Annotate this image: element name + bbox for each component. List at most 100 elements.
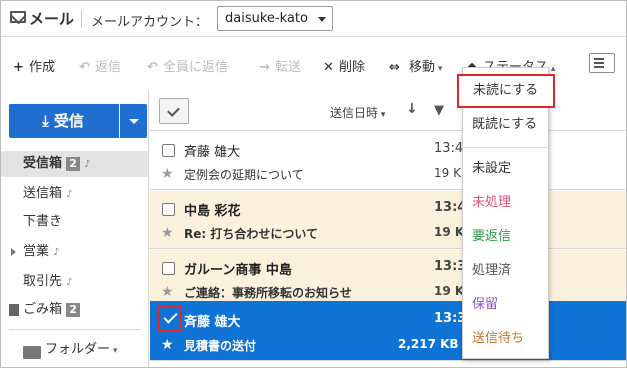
receive-dropdown-button[interactable] bbox=[119, 104, 147, 138]
receive-main[interactable]: ⤓ 受信 bbox=[9, 104, 117, 138]
star-icon[interactable]: ★ bbox=[161, 166, 174, 182]
sender: 斉藤 雄大 bbox=[184, 315, 241, 330]
compose-button[interactable]: + 作成 bbox=[13, 56, 55, 75]
row-checkbox[interactable] bbox=[162, 203, 175, 216]
row-checkbox[interactable] bbox=[162, 262, 175, 275]
sender: 中島 彩花 bbox=[184, 204, 241, 219]
sidebar-item-sent[interactable]: 送信箱 ♪ bbox=[1, 181, 148, 207]
forward-label: 転送 bbox=[275, 60, 302, 75]
sidebar: ⤓ 受信 受信箱 2 ♪ 送信箱 ♪ 下書き 営業 ♪ 取引先 ♪ ごみ箱 2 フォルダー … bbox=[1, 91, 149, 367]
folder-label: 受信箱 bbox=[23, 156, 63, 171]
forward-icon: → bbox=[259, 60, 270, 75]
size: 2,217 KB bbox=[398, 337, 459, 351]
receive-label: 受信 bbox=[53, 112, 84, 130]
list-icon bbox=[594, 58, 604, 60]
caret-down-icon: ▾ bbox=[110, 346, 118, 356]
receive-button[interactable]: ⤓ 受信 bbox=[9, 104, 147, 138]
folder-label: 取引先 bbox=[23, 274, 63, 289]
plus-icon: + bbox=[13, 60, 24, 75]
subject: 見積書の送付 bbox=[184, 339, 257, 353]
sender: ガルーン商事 中島 bbox=[184, 263, 292, 278]
list-icon-line bbox=[594, 62, 604, 64]
reply-button[interactable]: ↶ 返信 bbox=[79, 56, 121, 75]
bell-icon: ♪ bbox=[66, 277, 73, 288]
folder-label: 送信箱 bbox=[23, 186, 63, 201]
table-row-selected[interactable]: ★ 斉藤 雄大 見積書の送付 13:3 2,217 KB bbox=[150, 301, 626, 361]
sort-direction-icon[interactable]: ↓ bbox=[406, 101, 418, 117]
account-select[interactable]: daisuke-kato bbox=[217, 6, 333, 31]
download-icon: ⤓ bbox=[42, 112, 54, 130]
move-button[interactable]: ⇔ 移動 ▾ bbox=[389, 56, 442, 75]
menu-item-waiting-send[interactable]: 送信待ち bbox=[463, 322, 548, 356]
reply-all-button[interactable]: ↶ 全員に返信 bbox=[147, 56, 228, 75]
sidebar-item-drafts[interactable]: 下書き bbox=[1, 209, 148, 235]
folder-label: 営業 bbox=[23, 244, 50, 259]
row-checkbox[interactable] bbox=[162, 144, 175, 157]
status-dropdown-menu: 未読にする 既読にする 未設定 未処理 要返信 処理済 保留 送信待ち bbox=[457, 67, 555, 359]
sidebar-item-sales[interactable]: 営業 ♪ bbox=[1, 239, 148, 265]
star-icon[interactable]: ★ bbox=[161, 337, 174, 353]
compose-label: 作成 bbox=[29, 60, 56, 75]
size: 19 K bbox=[434, 166, 461, 180]
table-row[interactable]: ★ 斉藤 雄大 定例会の延期について 13:4 19 K bbox=[150, 132, 626, 190]
mail-icon bbox=[10, 11, 26, 23]
subject: Re: 打ち合わせについて bbox=[184, 227, 318, 241]
reply-all-icon: ↶ bbox=[147, 60, 158, 75]
sidebar-item-clients[interactable]: 取引先 ♪ bbox=[1, 269, 148, 295]
row-checkbox-checked[interactable] bbox=[158, 305, 182, 331]
table-row[interactable]: ★ 中島 彩花 Re: 打ち合わせについて 13:4 19 K bbox=[150, 191, 626, 249]
account-value: daisuke-kato bbox=[225, 11, 308, 26]
app-header: メール メールアカウント： daisuke-kato bbox=[1, 1, 626, 37]
mail-window: メール メールアカウント： daisuke-kato + 作成 ↶ 返信 ↶ 全員に返… bbox=[0, 0, 627, 368]
bell-icon: ♪ bbox=[53, 247, 60, 258]
sort-label: 送信日時 bbox=[330, 106, 379, 120]
header-divider bbox=[81, 10, 82, 28]
sidebar-item-inbox[interactable]: 受信箱 2 ♪ bbox=[1, 151, 148, 177]
folder-menu-label: フォルダー bbox=[45, 342, 111, 357]
table-row[interactable]: ★ ガルーン商事 中島 ご連絡：事務所移転のお知らせ 13:3 19 K bbox=[150, 250, 626, 308]
menu-item-processed[interactable]: 処理済 bbox=[463, 254, 548, 288]
close-icon: ✕ bbox=[323, 60, 334, 75]
unread-badge: 2 bbox=[66, 303, 81, 317]
delete-label: 削除 bbox=[339, 60, 366, 75]
menu-item-mark-read[interactable]: 既読にする bbox=[463, 108, 548, 142]
sidebar-item-trash[interactable]: ごみ箱 2 bbox=[1, 297, 148, 323]
subject: ご連絡：事務所移転のお知らせ bbox=[184, 286, 352, 300]
folder-menu-button[interactable]: フォルダー ▾ bbox=[1, 337, 148, 363]
unread-badge: 2 bbox=[66, 157, 81, 171]
app-title: メール bbox=[29, 10, 75, 28]
delete-button[interactable]: ✕ 削除 bbox=[323, 56, 365, 75]
trash-icon bbox=[9, 304, 19, 316]
select-all-checkbox[interactable] bbox=[159, 98, 189, 124]
account-label: メールアカウント： bbox=[91, 15, 209, 30]
caret-down-icon: ▾ bbox=[435, 64, 443, 74]
list-icon-line bbox=[594, 66, 604, 68]
list-view-button[interactable] bbox=[589, 53, 615, 73]
sidebar-divider bbox=[9, 329, 141, 330]
menu-item-unprocessed[interactable]: 未処理 bbox=[463, 186, 548, 220]
star-icon[interactable]: ★ bbox=[161, 225, 174, 241]
menu-item-on-hold[interactable]: 保留 bbox=[463, 288, 548, 322]
star-icon[interactable]: ★ bbox=[161, 284, 174, 300]
filter-icon[interactable]: ▼ bbox=[434, 103, 444, 118]
expand-icon[interactable] bbox=[11, 248, 16, 256]
folder-label: ごみ箱 bbox=[23, 302, 63, 317]
bell-icon: ♪ bbox=[84, 159, 91, 170]
menu-item-reply-needed[interactable]: 要返信 bbox=[463, 220, 548, 254]
subject: 定例会の延期について bbox=[184, 168, 304, 182]
caret-up-icon: ▴ bbox=[548, 64, 556, 74]
folder-icon bbox=[23, 346, 41, 359]
reply-icon: ↶ bbox=[79, 60, 90, 75]
bell-icon: ♪ bbox=[66, 189, 73, 200]
message-list: 送信日時 ▾ ↓ ▼ ★ 斉藤 雄大 定例会の延期について 13:4 19 K … bbox=[150, 91, 626, 367]
folder-label: 下書き bbox=[23, 214, 63, 229]
chevron-down-icon bbox=[318, 17, 326, 22]
reply-label: 返信 bbox=[95, 60, 122, 75]
move-arrows-icon: ⇔ bbox=[389, 60, 400, 75]
menu-divider bbox=[463, 147, 548, 148]
time: 13:4 bbox=[434, 141, 464, 156]
menu-item-mark-unread[interactable]: 未読にする bbox=[457, 74, 555, 108]
menu-item-unset[interactable]: 未設定 bbox=[463, 152, 548, 186]
sort-select[interactable]: 送信日時 ▾ bbox=[330, 104, 385, 121]
forward-button[interactable]: → 転送 bbox=[259, 56, 301, 75]
